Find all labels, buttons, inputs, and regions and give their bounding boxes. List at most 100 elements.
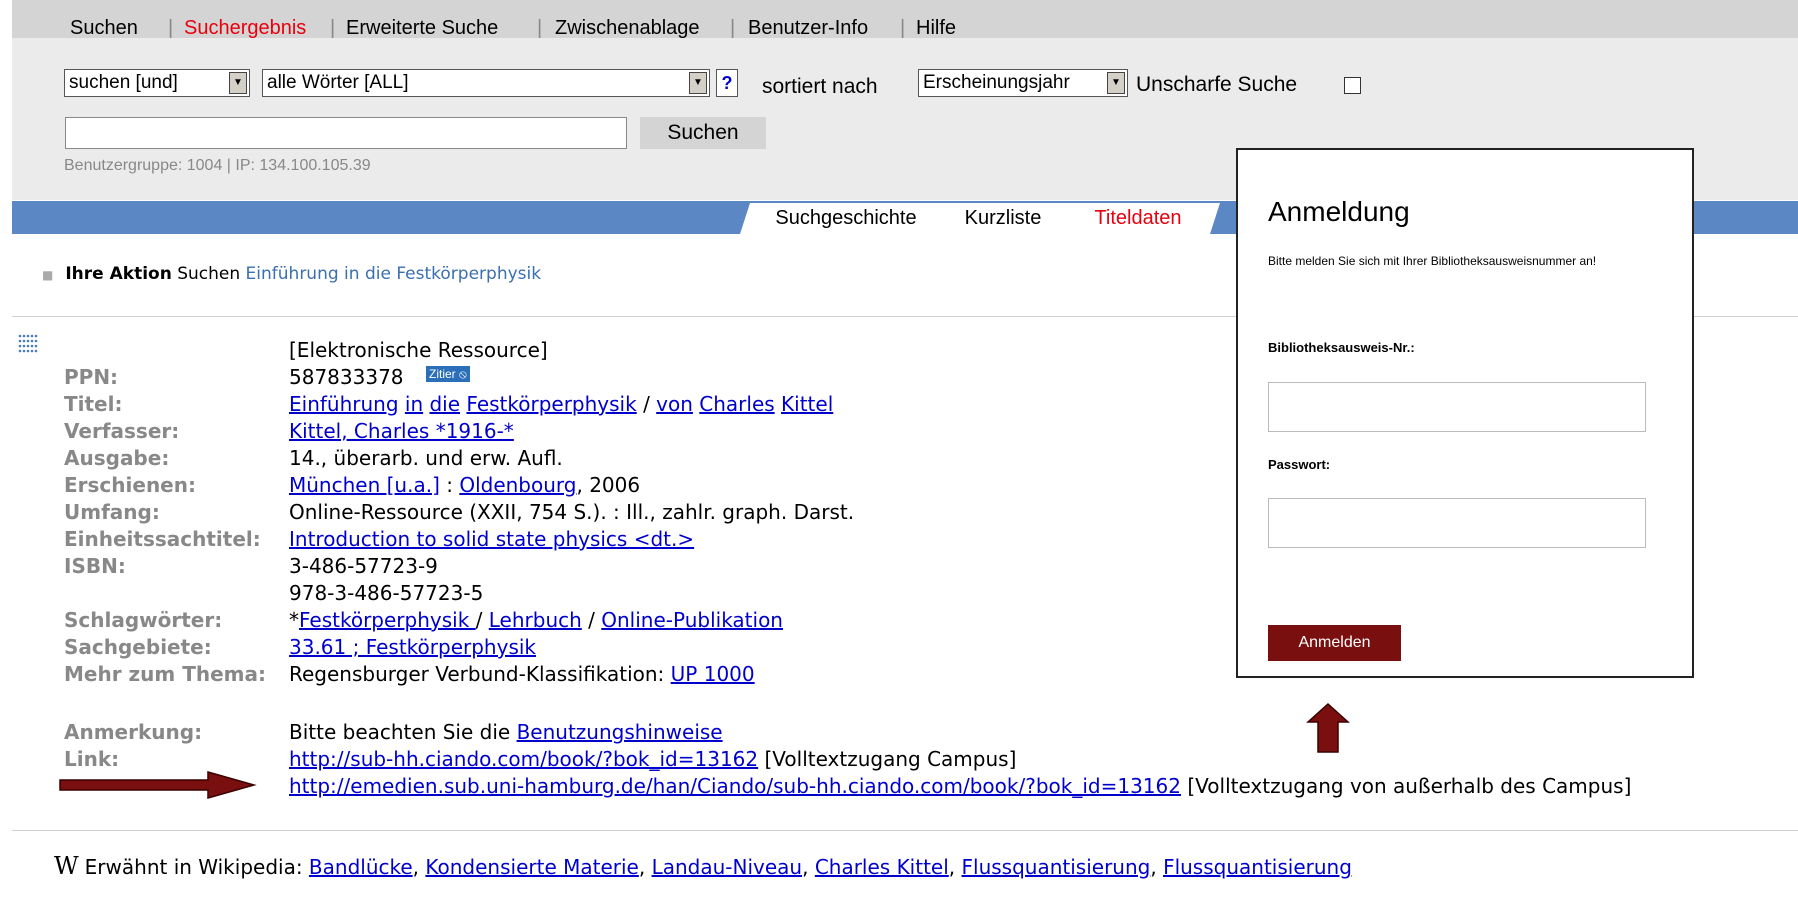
note-label: Anmerkung: — [64, 720, 203, 744]
published-label: Erschienen: — [64, 473, 196, 497]
chevron-down-icon[interactable]: ▼ — [229, 72, 247, 94]
cite-button-label: Zitier — [429, 367, 456, 381]
password-label: Passwort: — [1268, 457, 1331, 472]
action-line: ■ Ihre Aktion Suchen Einführung in die Fe… — [42, 264, 541, 284]
tab-titeldaten[interactable]: Titeldaten — [1054, 203, 1220, 234]
chevron-down-icon[interactable]: ▼ — [1107, 72, 1125, 94]
fuzzy-search-label: Unscharfe Suche — [1136, 73, 1298, 96]
login-button[interactable]: Anmelden — [1268, 625, 1401, 661]
wikipedia-link[interactable]: Landau-Niveau — [652, 855, 803, 879]
published-place-link[interactable]: München [u.a.] — [289, 473, 440, 497]
remote-url-link[interactable]: http://emedien.sub.uni-hamburg.de/han/Ci… — [289, 774, 1181, 798]
arrow-up-icon — [1306, 702, 1350, 753]
square-bullet-icon: ■ — [42, 268, 54, 282]
library-card-input[interactable] — [1268, 382, 1646, 432]
subject-link[interactable]: Online-Publikation — [601, 608, 783, 632]
uniform-title-link[interactable]: Introduction to solid state physics <dt.… — [289, 527, 694, 551]
help-button[interactable]: ? — [716, 69, 738, 97]
title-word-link[interactable]: von — [656, 392, 693, 416]
action-verb: Suchen — [177, 264, 241, 284]
subject-separator: / — [581, 608, 602, 632]
chevron-down-icon[interactable]: ▼ — [689, 72, 707, 94]
title-word-link[interactable]: Einführung — [289, 392, 399, 416]
edition-label: Ausgabe: — [64, 446, 170, 470]
menu-item-erweiterte-suche[interactable]: Erweiterte Suche — [346, 17, 498, 40]
wikipedia-link[interactable]: Charles Kittel — [815, 855, 949, 879]
isbn-label: ISBN: — [64, 554, 126, 578]
cite-button[interactable]: Zitier ⦸ — [426, 366, 470, 382]
wikipedia-link[interactable]: Bandlücke — [309, 855, 413, 879]
wikipedia-mentions: W Erwähnt in Wikipedia: Bandlücke, Konden… — [54, 852, 1352, 880]
campus-url-link[interactable]: http://sub-hh.ciando.com/book/?bok_id=13… — [289, 747, 758, 771]
uniform-title-label: Einheitssachtitel: — [64, 527, 261, 551]
wikipedia-link[interactable]: Flussquantisierung — [1163, 855, 1352, 879]
subjects-label: Schlagwörter: — [64, 608, 223, 632]
classification-link[interactable]: 33.61 ; Festkörperphysik — [289, 635, 536, 659]
wikipedia-link[interactable]: Kondensierte Materie — [425, 855, 638, 879]
field-select-value: alle Wörter [ALL] — [267, 72, 409, 93]
subject-link[interactable]: Festkörperphysik — [299, 608, 476, 632]
sort-label: sortiert nach — [762, 75, 878, 98]
title-separator: / — [643, 392, 650, 416]
title-word-link[interactable]: Kittel — [781, 392, 833, 416]
extent-label: Umfang: — [64, 500, 160, 524]
menu-separator: | — [537, 17, 543, 39]
password-input[interactable] — [1268, 498, 1646, 548]
usage-notes-link[interactable]: Benutzungshinweise — [517, 720, 723, 744]
wikipedia-icon: W — [54, 852, 79, 880]
arrow-right-icon — [59, 771, 257, 799]
menu-separator: | — [730, 17, 736, 39]
divider — [12, 830, 1798, 831]
note-text: Bitte beachten Sie die — [289, 720, 517, 744]
subject-separator: / — [475, 608, 489, 632]
library-card-label: Bibliotheksausweis-Nr.: — [1268, 340, 1415, 355]
tab-suchgeschichte[interactable]: Suchgeschichte — [740, 203, 950, 234]
login-title: Anmeldung — [1268, 196, 1410, 227]
fuzzy-search-checkbox[interactable] — [1344, 77, 1361, 94]
ppn-value: 587833378 — [289, 365, 404, 389]
author-link[interactable]: Kittel, Charles *1916-* — [289, 419, 514, 443]
menu-item-suchergebnis[interactable]: Suchergebnis — [184, 17, 306, 40]
sort-select[interactable]: Erscheinungsjahr ▼ — [918, 69, 1128, 97]
menu-item-benutzer-info[interactable]: Benutzer-Info — [748, 17, 868, 40]
sort-select-value: Erscheinungsjahr — [923, 72, 1070, 93]
resource-type: [Elektronische Ressource] — [289, 338, 548, 362]
operator-select[interactable]: suchen [und] ▼ — [64, 69, 250, 97]
menu-item-suchen[interactable]: Suchen — [70, 17, 138, 40]
subjects-value: *Festkörperphysik / Lehrbuch / Online-Pu… — [289, 608, 783, 632]
author-label: Verfasser: — [64, 419, 180, 443]
title-word-link[interactable]: in — [405, 392, 423, 416]
edition-value: 14., überarb. und erw. Aufl. — [289, 446, 563, 470]
more-on-topic-value: Regensburger Verbund-Klassifikation: UP … — [289, 662, 755, 686]
wikipedia-label: Erwähnt in Wikipedia: — [84, 855, 309, 879]
rvk-link[interactable]: UP 1000 — [671, 662, 755, 686]
isbn-value: 3-486-57723-9 — [289, 554, 438, 578]
title-word-link[interactable]: Charles — [699, 392, 774, 416]
login-subtitle: Bitte melden Sie sich mit Ihrer Biblioth… — [1268, 254, 1597, 268]
published-year: , 2006 — [576, 473, 641, 497]
operator-select-value: suchen [und] — [69, 72, 178, 93]
note-value: Bitte beachten Sie die Benutzungshinweis… — [289, 720, 723, 744]
publisher-link[interactable]: Oldenbourg — [459, 473, 576, 497]
extent-value: Online-Ressource (XXII, 754 S.). : Ill.,… — [289, 500, 855, 524]
ppn-label: PPN: — [64, 365, 119, 389]
menu-separator: | — [168, 17, 174, 39]
subject-prefix: * — [289, 608, 299, 632]
search-button[interactable]: Suchen — [640, 117, 766, 149]
title-word-link[interactable]: Festkörperphysik — [466, 392, 636, 416]
remote-url-note: [Volltextzugang von außerhalb des Campus… — [1180, 774, 1632, 798]
menu-item-hilfe[interactable]: Hilfe — [916, 17, 956, 40]
tab-kurzliste[interactable]: Kurzliste — [936, 203, 1068, 234]
search-input[interactable] — [65, 117, 627, 149]
link-label: Link: — [64, 747, 120, 771]
subject-link[interactable]: Lehrbuch — [489, 608, 582, 632]
link-campus: http://sub-hh.ciando.com/book/?bok_id=13… — [289, 747, 1016, 771]
menu-item-zwischenablage[interactable]: Zwischenablage — [555, 17, 700, 40]
menu-separator: | — [330, 17, 336, 39]
wikipedia-link[interactable]: Flussquantisierung — [962, 855, 1151, 879]
action-query[interactable]: Einführung in die Festkörperphysik — [246, 264, 542, 284]
more-on-topic-label: Mehr zum Thema: — [64, 662, 266, 686]
field-select[interactable]: alle Wörter [ALL] ▼ — [262, 69, 710, 97]
action-label: Ihre Aktion — [65, 264, 172, 284]
title-word-link[interactable]: die — [429, 392, 460, 416]
